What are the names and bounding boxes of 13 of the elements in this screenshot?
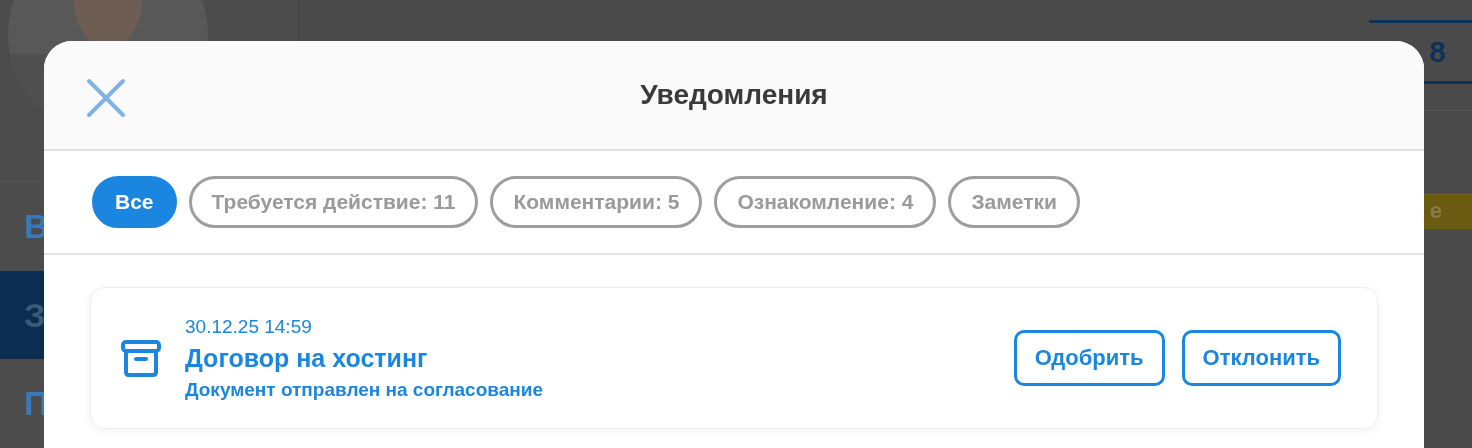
filter-tab[interactable]: Все: [92, 176, 177, 228]
filter-tab[interactable]: Комментарии: 5: [490, 176, 703, 228]
notification-time: 30.12.25 14:59: [185, 315, 313, 338]
action-button[interactable]: Отклонить: [1181, 330, 1341, 386]
close-icon[interactable]: [86, 78, 126, 118]
notification-subtitle: Документ отправлен на согласование: [185, 378, 544, 401]
filter-tab[interactable]: Заметки: [948, 176, 1080, 228]
filter-tab[interactable]: Ознакомление: 4: [714, 176, 937, 228]
archive-box-icon: [121, 338, 161, 378]
notification-title[interactable]: Договор на хостинг: [185, 343, 1014, 373]
filter-tab[interactable]: Требуется действие: 11: [188, 176, 479, 228]
dialog-title: Уведомления: [640, 79, 828, 111]
action-button[interactable]: Одобрить: [1013, 330, 1165, 386]
